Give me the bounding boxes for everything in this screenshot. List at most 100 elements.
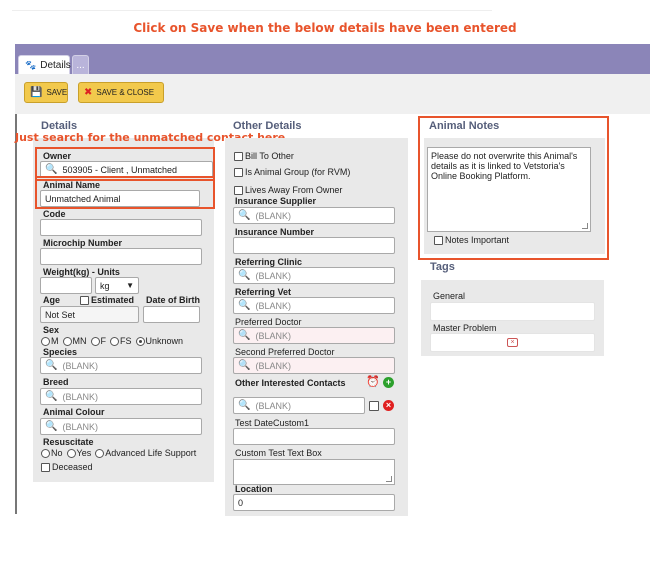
second-doctor-value: (BLANK) [255,360,291,371]
interested-contacts-field[interactable]: 🔍 (BLANK) [233,397,365,414]
deceased-label: Deceased [52,462,93,472]
deceased-checkbox[interactable] [41,462,50,472]
weight-field[interactable] [40,277,92,294]
sex-options: M MN F FS Unknown [41,336,187,346]
search-icon: 🔍 [45,421,58,432]
colour-field[interactable]: 🔍 (BLANK) [40,418,202,435]
resize-handle-icon[interactable] [582,223,588,229]
lives-away-label: Lives Away From Owner [245,185,343,195]
bill-to-other-row: Bill To Other [234,151,294,161]
second-doctor-label: Second Preferred Doctor [235,347,335,357]
estimated-label: Estimated [91,295,135,305]
code-label: Code [43,209,66,219]
age-row: Age Estimated Date of Birth [43,295,200,305]
sex-radio-f[interactable] [90,336,100,346]
notes-important-row: Notes Important [434,235,509,245]
tab-more[interactable]: ... [72,55,89,74]
breed-field[interactable]: 🔍 (BLANK) [40,388,202,405]
age-label: Age [43,295,61,305]
animal-name-highlight [35,176,215,209]
resuscitate-options: No Yes Advanced Life Support [41,448,200,458]
code-field[interactable] [40,219,202,236]
alarm-clock-icon[interactable]: ⏰ [366,375,380,388]
search-icon: 🔍 [45,391,58,402]
deceased-row: Deceased [41,462,93,472]
sex-radio-fs[interactable] [110,336,119,346]
notes-important-label: Notes Important [445,235,510,245]
master-problem-field[interactable]: × [430,333,595,352]
referring-clinic-field[interactable]: 🔍 (BLANK) [233,267,395,284]
save-close-button[interactable]: ✖ SAVE & CLOSE [78,82,164,103]
search-icon: 🔍 [238,210,251,221]
estimated-checkbox[interactable] [80,295,90,305]
chevron-down-icon: ▼ [126,281,134,290]
weight-unit-select[interactable]: kg ▼ [95,277,139,294]
notes-textarea[interactable]: Please do not overwrite this Animal's de… [427,147,591,232]
dob-label: Date of Birth [146,295,201,305]
resus-option-no: No [51,448,63,458]
sex-label: Sex [43,325,60,335]
sex-radio-unknown[interactable] [135,336,145,346]
search-icon: 🔍 [238,330,251,341]
insurance-number-field[interactable] [233,237,395,254]
referring-vet-label: Referring Vet [235,287,292,297]
colour-value: (BLANK) [62,421,98,432]
toolbar: 💾 SAVE ✖ SAVE & CLOSE [15,74,650,114]
second-doctor-field[interactable]: 🔍 (BLANK) [233,357,395,374]
general-tag-field[interactable] [430,302,595,321]
dob-field[interactable] [143,306,200,323]
lives-away-checkbox[interactable] [234,185,243,195]
breed-label: Breed [43,377,69,387]
top-divider [12,10,492,11]
animal-form: 🐾 Details ... 💾 SAVE ✖ SAVE & CLOSE Deta… [15,44,650,516]
location-label: Location [235,484,273,494]
sex-radio-m[interactable] [41,336,50,346]
resus-radio-yes[interactable] [66,448,76,458]
species-field[interactable]: 🔍 (BLANK) [40,357,202,374]
interested-contacts-value: (BLANK) [255,400,291,411]
bill-to-other-checkbox[interactable] [234,151,243,161]
remove-contact-icon[interactable]: × [383,400,394,411]
add-contact-icon[interactable]: + [383,377,394,388]
microchip-field[interactable] [40,248,202,265]
resus-radio-als[interactable] [95,448,105,458]
colour-label: Animal Colour [43,407,105,417]
referring-vet-value: (BLANK) [255,300,291,311]
species-value: (BLANK) [62,360,98,371]
tags-title: Tags [430,261,455,273]
resize-handle-icon[interactable] [386,476,392,482]
custom-text-label: Custom Test Text Box [235,448,322,458]
interested-contacts-checkbox[interactable] [369,401,379,411]
animal-group-checkbox[interactable] [234,167,243,177]
sex-radio-mn[interactable] [62,336,72,346]
custom-text-area[interactable] [233,459,395,485]
search-icon: 🔍 [238,300,251,311]
search-icon: 🔍 [45,360,58,371]
animal-group-label: Is Animal Group (for RVM) [245,167,351,177]
notes-important-checkbox[interactable] [434,235,443,245]
tab-details[interactable]: 🐾 Details [18,55,71,74]
resus-radio-no[interactable] [41,448,50,458]
insurance-supplier-label: Insurance Supplier [235,196,317,206]
save-close-label: SAVE & CLOSE [96,88,155,97]
referring-vet-field[interactable]: 🔍 (BLANK) [233,297,395,314]
insurance-supplier-field[interactable]: 🔍 (BLANK) [233,207,395,224]
interested-contacts-label: Other Interested Contacts [235,378,346,388]
insurance-supplier-value: (BLANK) [255,210,291,221]
test-date-field[interactable] [233,428,395,445]
save-close-icon: ✖ [84,87,93,98]
notes-text: Please do not overwrite this Animal's de… [431,151,578,181]
test-date-label: Test DateCustom1 [235,418,310,428]
preferred-doctor-label: Preferred Doctor [235,317,302,327]
search-icon: 🔍 [238,360,251,371]
preferred-doctor-field[interactable]: 🔍 (BLANK) [233,327,395,344]
sex-option-unknown: Unknown [145,336,184,346]
other-title: Other Details [233,120,302,132]
location-field[interactable]: 0 [233,494,395,511]
tag-add-icon[interactable]: × [507,338,518,347]
save-button[interactable]: 💾 SAVE [24,82,68,103]
lives-away-row: Lives Away From Owner [234,185,342,195]
save-label: SAVE [46,88,68,97]
sex-option-f: F [100,336,107,346]
referring-clinic-label: Referring Clinic [235,257,303,267]
